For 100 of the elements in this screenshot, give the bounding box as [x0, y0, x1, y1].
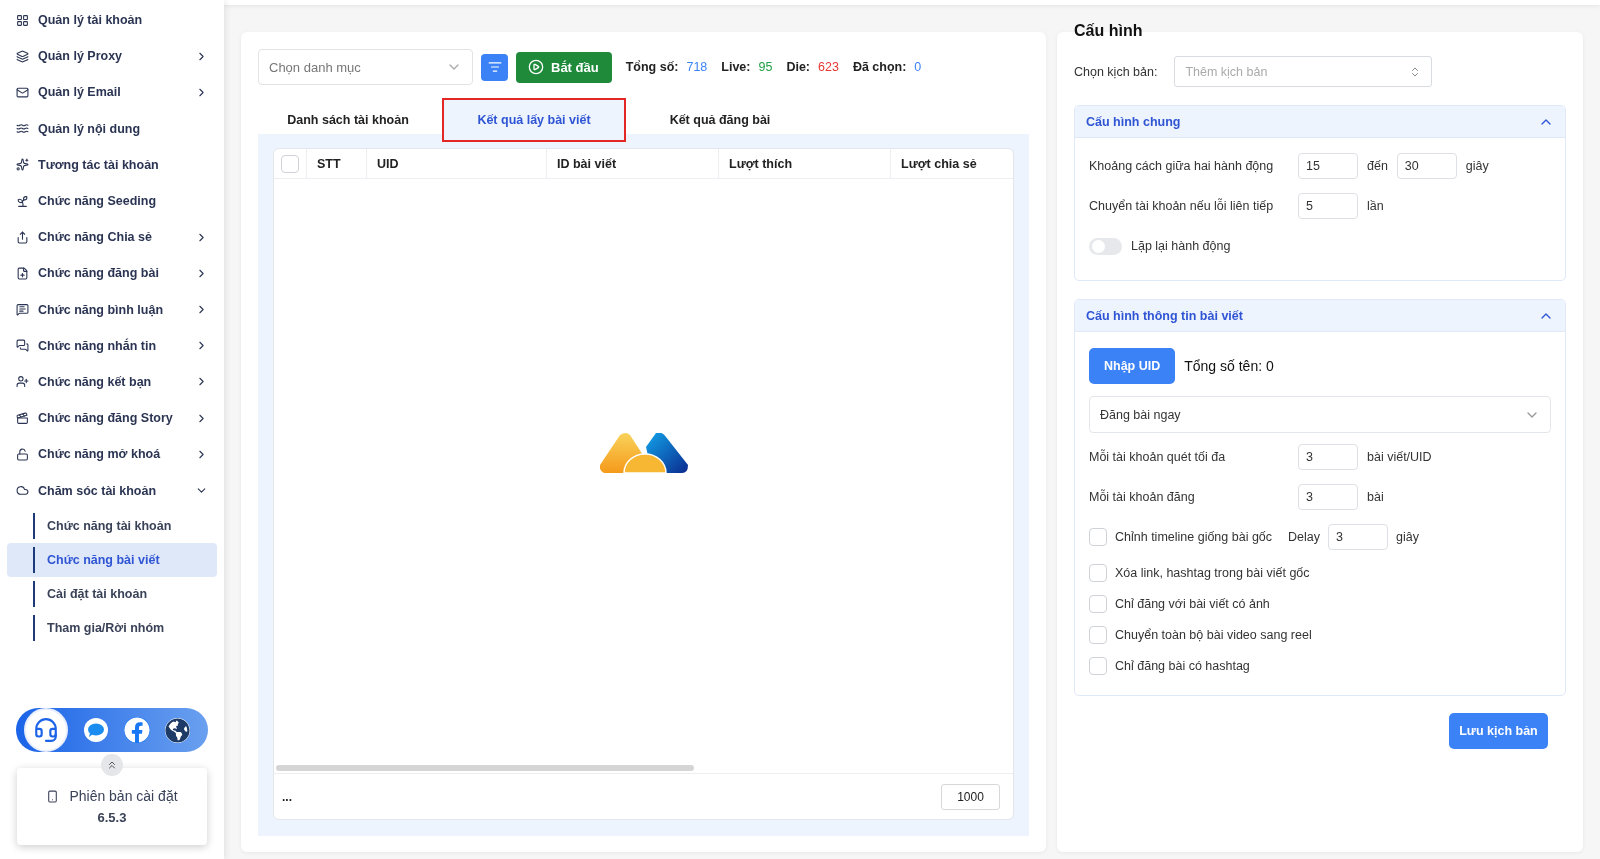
- field-label: Mỗi tài khoản đăng: [1089, 490, 1196, 504]
- stat-value: 0: [914, 60, 922, 74]
- field-label: đến: [1367, 159, 1388, 173]
- film-icon: [16, 411, 29, 425]
- chat-bubble-icon[interactable]: [82, 717, 109, 743]
- column-header: UID: [366, 149, 546, 178]
- checkbox[interactable]: [1089, 563, 1107, 582]
- sidebar-item[interactable]: Quản lý Proxy: [0, 38, 224, 75]
- column-header: ID bài viết: [546, 149, 718, 178]
- file-plus-icon: [16, 266, 29, 280]
- field-label: Mỗi tài khoản quét tối đa: [1089, 450, 1227, 464]
- select-all-checkbox[interactable]: [281, 154, 299, 173]
- version-label: Phiên bản cài đặt: [69, 788, 178, 804]
- sidebar-item[interactable]: Chức năng mở khoá: [0, 436, 224, 473]
- number-field[interactable]: 3: [1298, 444, 1358, 470]
- sidebar-subitem[interactable]: Tham gia/Rời nhóm: [7, 610, 217, 645]
- tab[interactable]: Kết quả lấy bài viết: [442, 98, 626, 142]
- checkbox-label: Chỉnh timeline giống bài gốc: [1115, 530, 1273, 544]
- stat-label: Tổng số:: [625, 60, 679, 74]
- start-button[interactable]: Bắt đầu: [516, 51, 612, 83]
- support-button[interactable]: [23, 708, 68, 752]
- grid-icon: [16, 13, 29, 27]
- checkbox[interactable]: [1089, 528, 1107, 546]
- stat-value: 623: [818, 60, 839, 74]
- layers-icon: [16, 49, 29, 63]
- filter-icon: [487, 60, 502, 74]
- unit-label: bài: [1367, 490, 1384, 504]
- waves-icon: [16, 122, 29, 136]
- cloud-icon: [16, 484, 29, 498]
- tab[interactable]: Danh sách tài khoản: [258, 98, 438, 142]
- import-uid-button[interactable]: Nhập UID: [1089, 348, 1176, 384]
- sidebar-item[interactable]: Chức năng nhắn tin: [0, 327, 224, 364]
- stat-value: 95: [758, 60, 773, 74]
- page-size-field[interactable]: 1000: [941, 783, 1000, 810]
- sidebar-subitem[interactable]: Cài đặt tài khoản: [7, 576, 217, 611]
- sprout-icon: [16, 194, 29, 208]
- chat-bubbles-icon: [16, 339, 29, 353]
- sidebar-item[interactable]: Chức năng Chia sẻ: [0, 219, 224, 256]
- number-field[interactable]: 5: [1298, 193, 1358, 219]
- sidebar-item[interactable]: Tương tác tài khoản: [0, 146, 224, 183]
- number-field[interactable]: 3: [1298, 484, 1358, 510]
- sidebar-item[interactable]: Quản lý tài khoản: [0, 2, 224, 39]
- globe-icon[interactable]: [165, 717, 191, 743]
- sidebar-item[interactable]: Chức năng đăng bài: [0, 255, 224, 292]
- column-header: Lượt chia sẻ: [890, 149, 1013, 178]
- sidebar-item[interactable]: Chức năng Seeding: [0, 182, 224, 220]
- sidebar-item[interactable]: Chức năng đăng Story: [0, 400, 224, 437]
- checkbox[interactable]: [1089, 625, 1107, 644]
- checkbox-label: Chuyển toàn bộ bài video sang reel: [1115, 627, 1312, 642]
- horizontal-scrollbar[interactable]: [276, 765, 694, 771]
- sidebar-item[interactable]: Chức năng kết bạn: [0, 363, 224, 401]
- filter-button[interactable]: [481, 53, 508, 81]
- unit-label: giây: [1396, 530, 1419, 544]
- config-title: Cấu hình: [1074, 22, 1144, 40]
- save-script-button[interactable]: Lưu kịch bản: [1449, 713, 1548, 749]
- pagination-text: ...: [282, 789, 292, 804]
- stat-value: 718: [686, 60, 708, 74]
- sidebar-subitem[interactable]: Chức năng bài viết: [7, 542, 217, 577]
- tab[interactable]: Kết quả đăng bài: [630, 98, 810, 142]
- checkbox[interactable]: [1089, 594, 1107, 613]
- sidebar-subitem[interactable]: Chức năng tài khoản: [7, 508, 217, 543]
- device-icon: [46, 789, 60, 803]
- field-label: Delay: [1288, 530, 1320, 544]
- unit-label: lần: [1367, 199, 1384, 213]
- unit-label: bài viết/UID: [1367, 450, 1432, 464]
- checkbox[interactable]: [1089, 656, 1107, 675]
- name-count: Tổng số tên: 0: [1184, 358, 1274, 374]
- checkbox-label: Chỉ đăng với bài viết có ảnh: [1115, 596, 1270, 611]
- section-title: Cấu hình thông tin bài viết: [1086, 308, 1243, 323]
- stat-label: Live:: [721, 60, 751, 74]
- number-field[interactable]: 15: [1298, 153, 1358, 179]
- category-select[interactable]: Chọn danh mục: [258, 49, 473, 85]
- column-header: Lượt thích: [718, 149, 890, 178]
- facebook-icon[interactable]: [124, 717, 151, 743]
- double-chevron-icon: [106, 759, 118, 771]
- number-field[interactable]: 3: [1328, 524, 1388, 550]
- toggle-switch[interactable]: [1089, 237, 1122, 255]
- headset-icon: [32, 717, 59, 743]
- section-header[interactable]: Cấu hình thông tin bài viết: [1075, 300, 1565, 332]
- stat-label: Đã chọn:: [852, 60, 907, 74]
- sidebar-item[interactable]: Quản lý Email: [0, 74, 224, 111]
- unlock-icon: [16, 447, 29, 461]
- mail-icon: [16, 85, 29, 99]
- post-mode-select[interactable]: Đăng bài ngay: [1089, 396, 1551, 433]
- number-field[interactable]: 30: [1396, 153, 1457, 179]
- toggle-label: Lặp lại hành động: [1131, 239, 1231, 253]
- sidebar-item[interactable]: Chăm sóc tài khoản: [0, 472, 224, 509]
- checkbox-label: Chỉ đăng bài có hashtag: [1115, 658, 1250, 673]
- field-label: Chọn kịch bản:: [1074, 64, 1158, 79]
- unit-label: giây: [1465, 159, 1489, 173]
- section-header[interactable]: Cấu hình chung: [1075, 106, 1565, 138]
- section-title: Cấu hình chung: [1086, 114, 1181, 129]
- sidebar-item[interactable]: Chức năng bình luận: [0, 291, 224, 328]
- checkbox-label: Xóa link, hashtag trong bài viết gốc: [1115, 565, 1310, 580]
- collapse-button[interactable]: [101, 754, 123, 776]
- sidebar-item[interactable]: Quản lý nội dung: [0, 110, 224, 147]
- sparkle-icon: [16, 158, 29, 172]
- column-header: STT: [306, 149, 366, 178]
- field-label: Chuyển tài khoản nếu lỗi liên tiếp: [1089, 199, 1275, 213]
- version-number: 6.5.3: [97, 810, 127, 825]
